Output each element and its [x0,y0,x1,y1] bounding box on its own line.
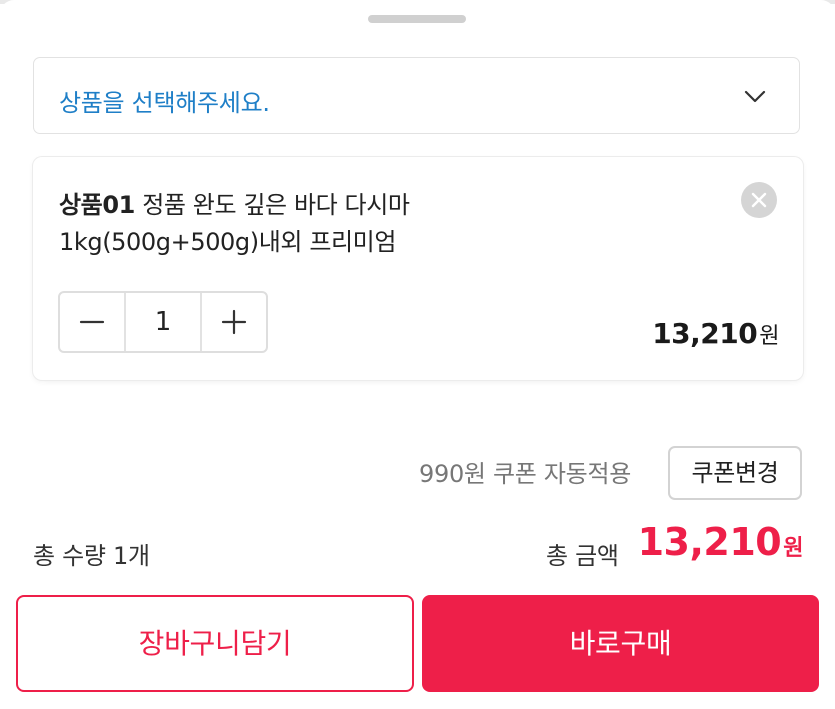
increase-quantity-button[interactable] [200,293,266,351]
quantity-stepper: 1 [58,291,268,353]
purchase-bottom-sheet: 상품을 선택해주세요. 상품01 정품 완도 깊은 바다 다시마 1kg(500… [0,0,835,709]
total-amount-value: 13,210 [637,520,782,564]
quantity-value[interactable]: 1 [124,293,202,351]
item-title: 상품01 정품 완도 깊은 바다 다시마 1kg(500g+500g)내외 프리… [59,187,699,261]
total-quantity: 총 수량 1개 [33,542,150,570]
change-coupon-button[interactable]: 쿠폰변경 [668,446,802,500]
add-to-cart-button[interactable]: 장바구니담기 [16,595,414,692]
total-amount: 13,210원 [637,520,804,564]
option-select-dropdown[interactable]: 상품을 선택해주세요. [33,57,800,134]
remove-item-button[interactable] [741,182,777,218]
decrease-quantity-button[interactable] [60,293,126,351]
item-name: 정품 완도 깊은 바다 다시마 [142,191,410,219]
item-number: 상품01 [59,191,135,219]
buy-now-button[interactable]: 바로구매 [422,595,819,692]
chevron-down-icon [744,90,766,103]
option-select-placeholder: 상품을 선택해주세요. [59,89,270,117]
item-price-unit: 원 [759,324,779,349]
selected-item-card: 상품01 정품 완도 깊은 바다 다시마 1kg(500g+500g)내외 프리… [33,157,803,380]
item-price-value: 13,210 [652,317,758,350]
coupon-applied-text: 990원 쿠폰 자동적용 [419,460,632,488]
close-icon [751,192,767,208]
total-amount-label: 총 금액 [546,542,619,570]
drag-handle[interactable] [368,15,466,23]
item-name-line2: 1kg(500g+500g)내외 프리미엄 [59,228,397,256]
total-amount-unit: 원 [783,536,803,561]
item-price: 13,210원 [652,317,779,350]
plus-icon [221,309,247,335]
minus-icon [79,320,105,324]
